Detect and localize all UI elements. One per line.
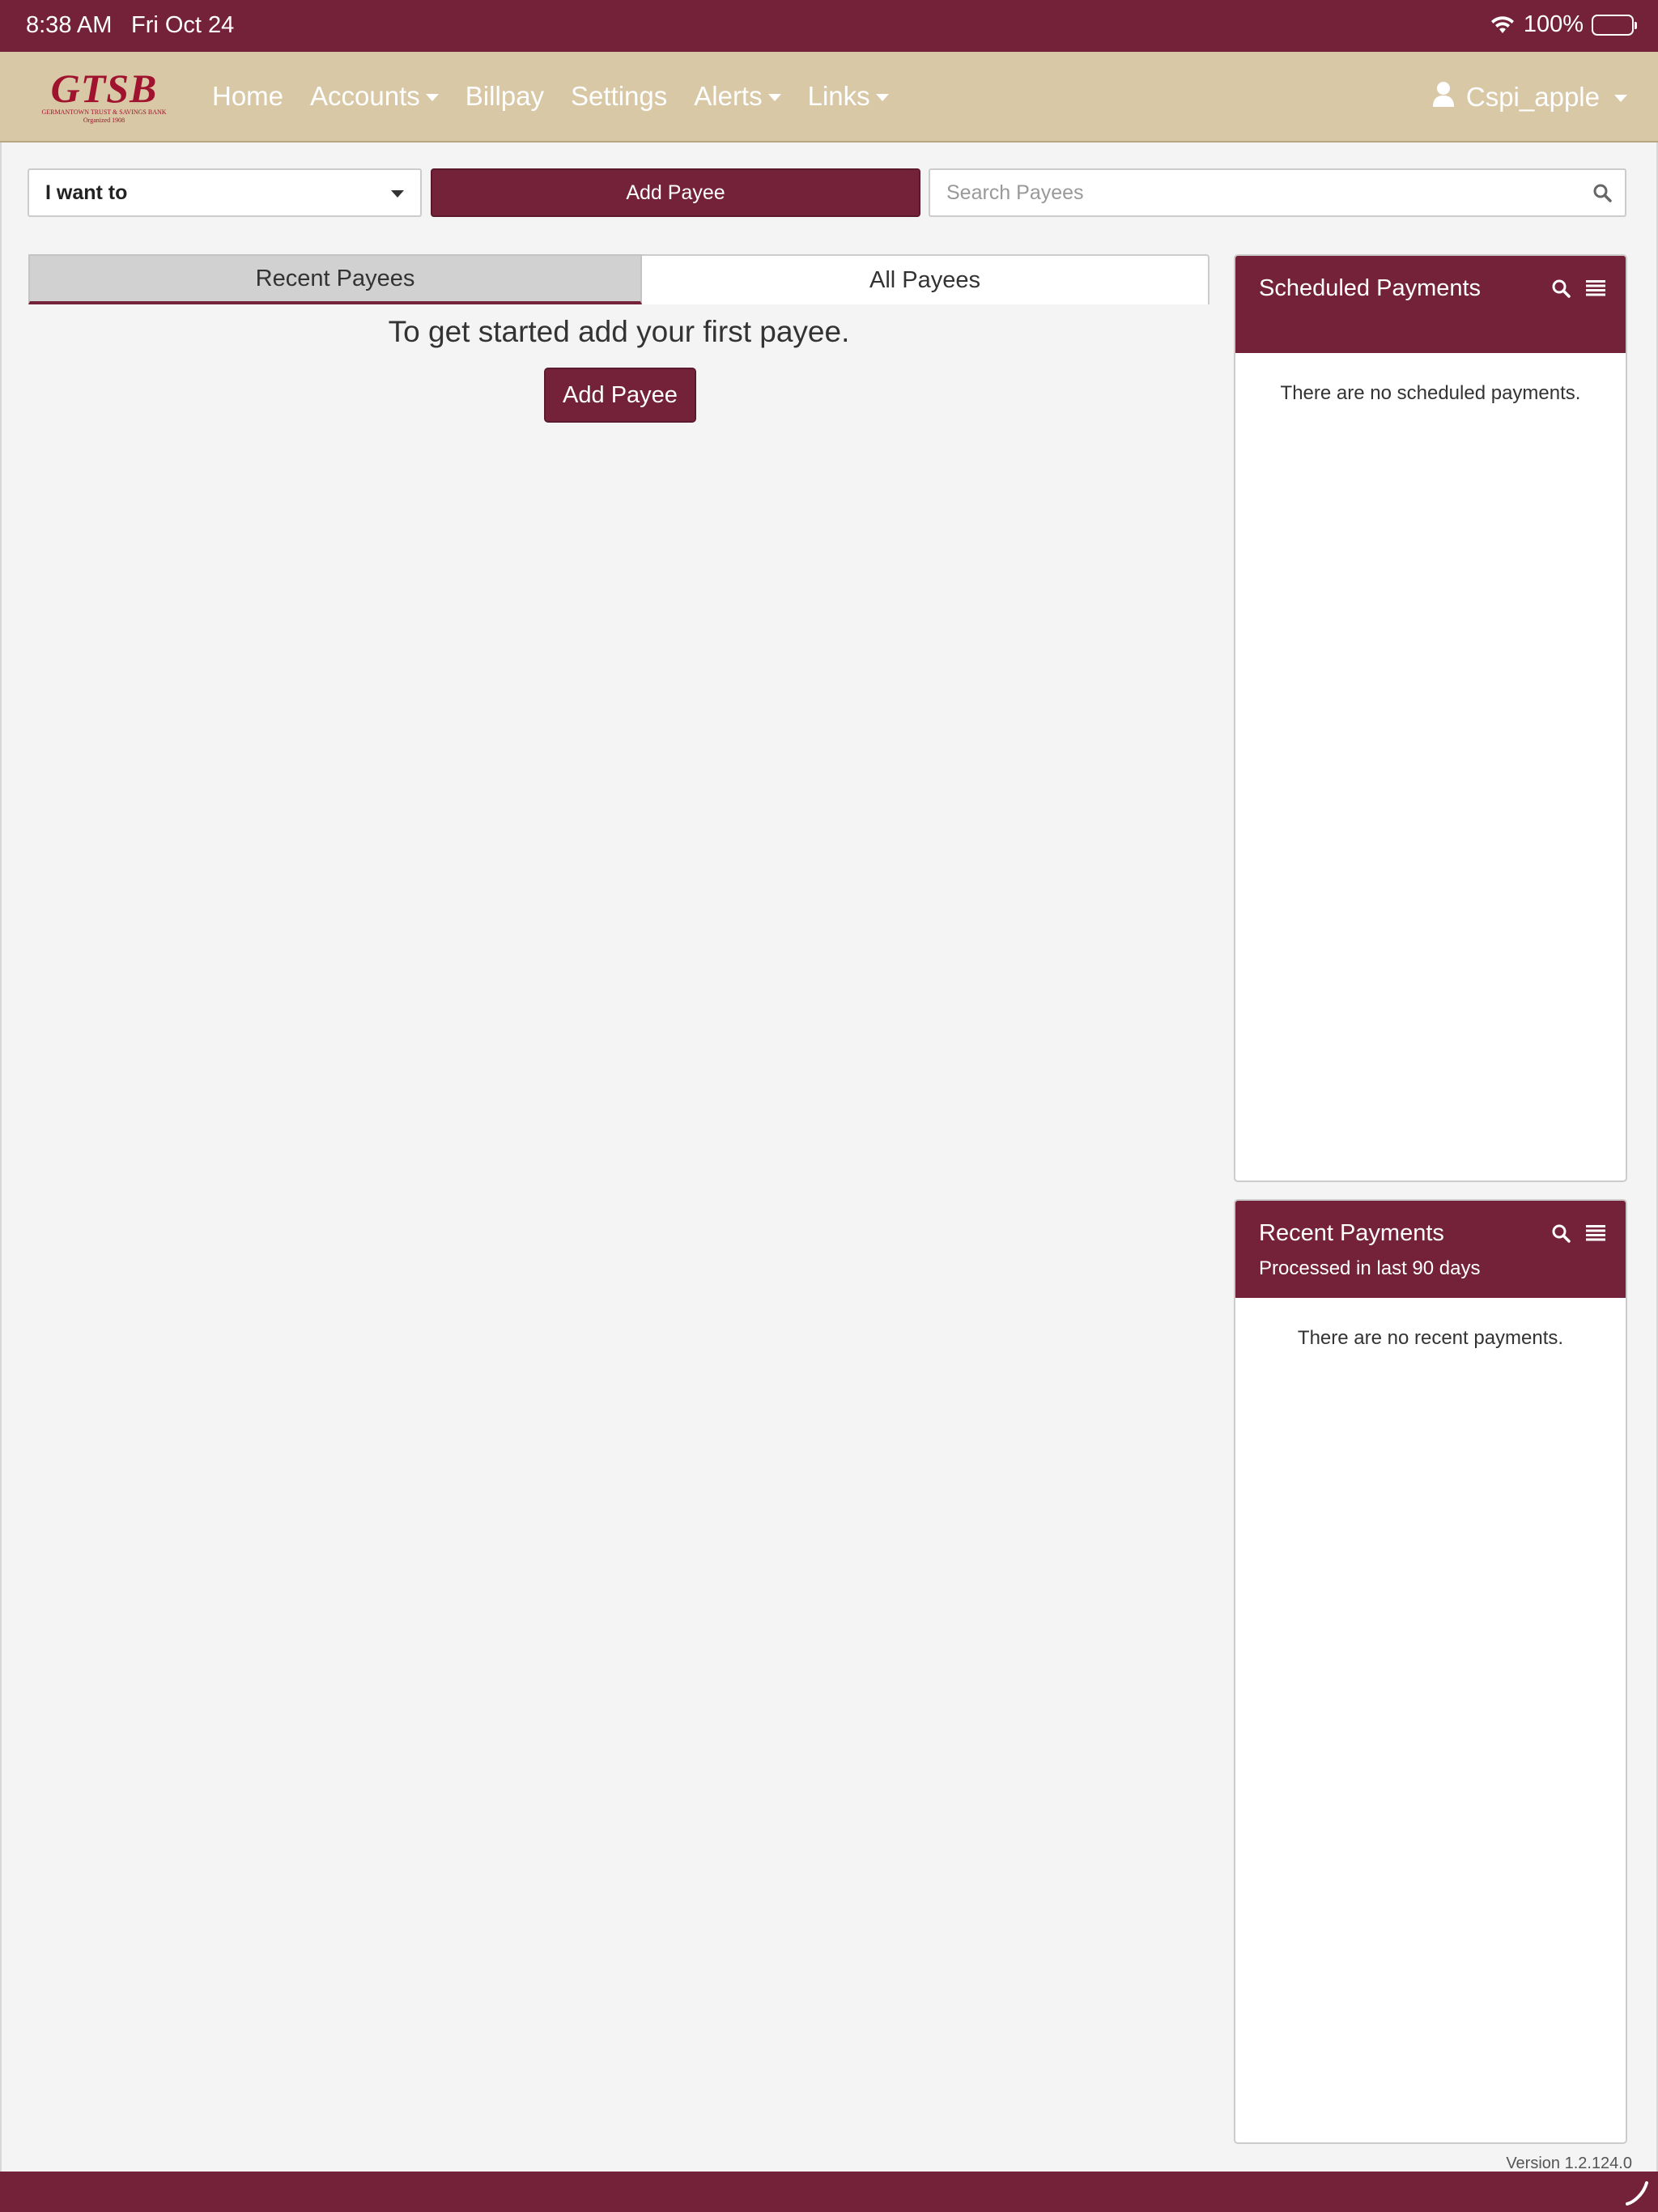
- status-time: 8:38 AM: [26, 12, 113, 38]
- nav-item-home[interactable]: Home: [212, 81, 283, 112]
- status-bar: 8:38 AM Fri Oct 24 100%: [0, 0, 1658, 52]
- battery-icon: [1592, 14, 1637, 36]
- version-label: Version 1.2.124.0: [1506, 2155, 1632, 2172]
- nav-item-billpay[interactable]: Billpay: [466, 81, 544, 112]
- bottom-bar: [0, 2172, 1658, 2212]
- nav-item-label: Alerts: [694, 81, 763, 111]
- empty-payees-message: To get started add your first payee.: [388, 315, 850, 348]
- add-first-payee-button[interactable]: Add Payee: [544, 368, 696, 423]
- nav-item-label: Billpay: [465, 81, 544, 111]
- username: Cspi_apple: [1465, 82, 1600, 112]
- wifi-icon: [1490, 15, 1516, 35]
- search-icon[interactable]: [1551, 1223, 1571, 1247]
- add-payee-button[interactable]: Add Payee: [431, 168, 920, 217]
- panel-actions: [1551, 1223, 1606, 1247]
- panel-actions: [1551, 279, 1606, 302]
- panel-title: Scheduled Payments: [1259, 275, 1482, 301]
- nav-item-label: Home: [212, 81, 284, 111]
- list-icon[interactable]: [1585, 279, 1606, 302]
- nav-item-alerts[interactable]: Alerts: [694, 81, 781, 112]
- logo-subtext: GERMANTOWN TRUST & SAVINGS BANK: [41, 108, 167, 116]
- bank-logo[interactable]: GTSB GERMANTOWN TRUST & SAVINGS BANK Org…: [37, 68, 171, 125]
- i-want-to-select[interactable]: I want to: [28, 168, 422, 217]
- nav-menu: Home Accounts Billpay Settings Alerts Li…: [212, 81, 916, 112]
- caret-down-icon: [1614, 95, 1627, 102]
- battery-percent: 100%: [1523, 11, 1584, 37]
- search-payees-input[interactable]: [930, 181, 1578, 205]
- panel-subtitle: Processed in last 90 days: [1259, 1257, 1481, 1279]
- panel-title: Recent Payments: [1259, 1220, 1444, 1246]
- logo-tagline: Organized 1908: [83, 117, 125, 124]
- tab-all-payees[interactable]: All Payees: [642, 254, 1209, 304]
- tab-recent-payees[interactable]: Recent Payees: [28, 254, 642, 304]
- search-payees-field: [929, 168, 1626, 217]
- status-right: 100%: [1490, 11, 1637, 38]
- scheduled-payments-panel: Scheduled Payments There are no schedule…: [1234, 254, 1627, 1182]
- recent-empty-message: There are no recent payments.: [1297, 1327, 1564, 1349]
- navbar: GTSB GERMANTOWN TRUST & SAVINGS BANK Org…: [0, 52, 1658, 143]
- nav-item-settings[interactable]: Settings: [571, 81, 667, 112]
- panel-header: Recent Payments Processed in last 90 day…: [1235, 1201, 1626, 1298]
- status-date: Fri Oct 24: [131, 12, 235, 38]
- search-icon[interactable]: [1592, 183, 1612, 206]
- user-icon: [1432, 81, 1455, 113]
- list-icon[interactable]: [1585, 1223, 1606, 1247]
- nav-item-label: Settings: [571, 81, 668, 111]
- caret-down-icon: [391, 190, 404, 198]
- nav-item-accounts[interactable]: Accounts: [310, 81, 439, 112]
- nav-item-label: Links: [807, 81, 870, 111]
- nav-item-links[interactable]: Links: [808, 81, 889, 112]
- user-menu[interactable]: Cspi_apple: [1432, 81, 1627, 113]
- payee-tabs: Recent Payees All Payees: [28, 254, 1209, 304]
- nav-item-label: Accounts: [310, 81, 420, 111]
- i-want-to-label: I want to: [45, 181, 128, 204]
- panel-header: Scheduled Payments: [1235, 256, 1626, 353]
- logo-mark: GTSB: [50, 66, 158, 111]
- resize-handle-icon[interactable]: [1622, 2178, 1652, 2211]
- caret-down-icon: [875, 94, 889, 101]
- caret-down-icon: [425, 94, 439, 101]
- scheduled-empty-message: There are no scheduled payments.: [1280, 382, 1581, 404]
- recent-payments-panel: Recent Payments Processed in last 90 day…: [1234, 1199, 1627, 2144]
- caret-down-icon: [767, 94, 781, 101]
- search-icon[interactable]: [1551, 279, 1571, 302]
